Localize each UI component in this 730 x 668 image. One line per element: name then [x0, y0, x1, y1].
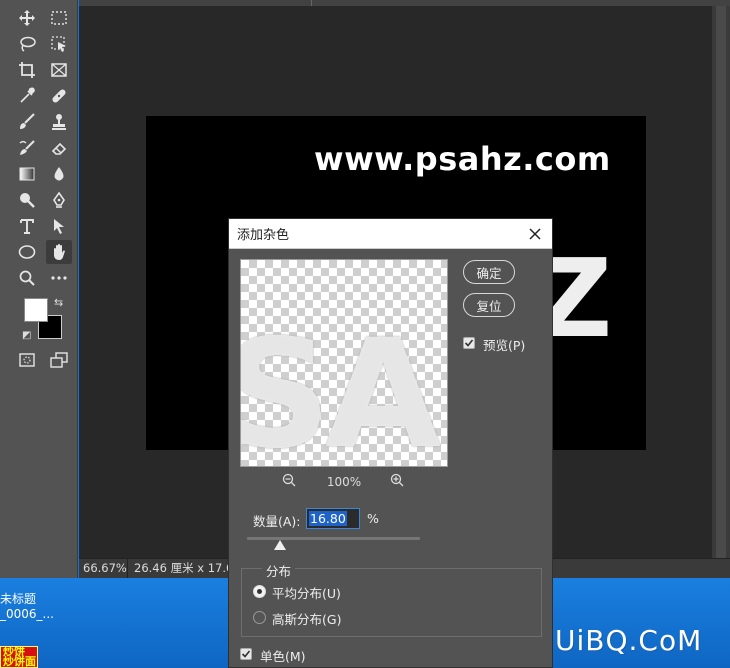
- filter-preview[interactable]: SAH: [240, 259, 448, 467]
- dialog-titlebar[interactable]: 添加杂色: [229, 219, 552, 249]
- more-tools-icon[interactable]: [46, 266, 72, 290]
- gradient-tool-icon[interactable]: [14, 162, 40, 186]
- path-selection-tool-icon[interactable]: [46, 214, 72, 238]
- gaussian-distribution-label[interactable]: 高斯分布(G): [272, 609, 341, 628]
- document-url-text: www.psahz.com: [314, 140, 611, 178]
- close-button[interactable]: [524, 223, 546, 245]
- zoom-tool-icon[interactable]: [14, 266, 40, 290]
- gaussian-distribution-radio[interactable]: [253, 611, 266, 624]
- desktop-red-icon[interactable]: 炒饼 炒饼面: [0, 646, 38, 668]
- amount-unit: %: [367, 511, 379, 526]
- amount-label: 数量(A):: [253, 514, 301, 529]
- preview-checkbox-label[interactable]: 预览(P): [483, 335, 525, 354]
- default-colors-icon[interactable]: ◩: [22, 330, 31, 341]
- dialog-title: 添加杂色: [237, 228, 290, 243]
- monochrome-label[interactable]: 单色(M): [260, 646, 306, 665]
- pen-tool-icon[interactable]: [46, 188, 72, 212]
- amount-slider[interactable]: [247, 537, 420, 540]
- hand-tool-icon[interactable]: [46, 240, 72, 264]
- checkmark-icon: [241, 650, 251, 658]
- watermark-text: UiBQ.CoM: [555, 624, 703, 657]
- type-tool-icon[interactable]: [14, 214, 40, 238]
- desktop-file-label-2[interactable]: _0006_...: [0, 607, 54, 621]
- quick-mask-icon[interactable]: [14, 348, 40, 372]
- healing-brush-tool-icon[interactable]: [46, 84, 72, 108]
- eyedropper-tool-icon[interactable]: [14, 84, 40, 108]
- blur-tool-icon[interactable]: [46, 162, 72, 186]
- close-icon: [529, 228, 541, 240]
- checkmark-icon: [464, 339, 474, 347]
- uniform-distribution-radio[interactable]: [253, 585, 266, 598]
- amount-slider-thumb[interactable]: [274, 540, 286, 550]
- object-select-tool-icon[interactable]: [46, 32, 72, 56]
- preview-zoom-level: 100%: [326, 475, 362, 489]
- add-noise-dialog: 添加杂色 SAH 100% 确定 复位 预览(P) 数量(A): 16.80 %…: [228, 218, 553, 668]
- preview-zoom-controls: 100%: [240, 473, 448, 491]
- frame-tool-icon[interactable]: [46, 58, 72, 82]
- distribution-title: 分布: [262, 561, 296, 580]
- tools-panel: ⇆ ◩: [0, 0, 78, 578]
- preview-text: SAH: [241, 308, 447, 467]
- preview-checkbox[interactable]: [463, 337, 475, 349]
- zoom-in-icon[interactable]: [390, 473, 404, 490]
- status-document-dimensions[interactable]: 26.46 厘米 x 17.64: [127, 559, 241, 578]
- swap-colors-icon[interactable]: ⇆: [54, 296, 63, 309]
- lasso-tool-icon[interactable]: [14, 32, 40, 56]
- reset-button[interactable]: 复位: [463, 293, 515, 317]
- uniform-distribution-label[interactable]: 平均分布(U): [272, 583, 341, 602]
- desktop-file-label-1[interactable]: 未标题: [0, 590, 36, 607]
- document-tab-bar: [79, 0, 730, 6]
- vertical-scrollbar[interactable]: [712, 6, 730, 558]
- foreground-color-swatch[interactable]: [24, 298, 48, 322]
- distribution-group: 分布 平均分布(U) 高斯分布(G): [241, 561, 542, 637]
- amount-input-value: 16.80: [309, 511, 347, 526]
- eraser-tool-icon[interactable]: [46, 136, 72, 160]
- ok-button[interactable]: 确定: [463, 260, 515, 284]
- status-zoom[interactable]: 66.67%: [83, 559, 127, 578]
- crop-tool-icon[interactable]: [14, 58, 40, 82]
- clone-stamp-tool-icon[interactable]: [46, 110, 72, 134]
- screen-mode-icon[interactable]: [46, 348, 72, 372]
- marquee-tool-icon[interactable]: [46, 6, 72, 30]
- move-tool-icon[interactable]: [14, 6, 40, 30]
- dodge-tool-icon[interactable]: [14, 188, 40, 212]
- amount-input[interactable]: 16.80: [306, 508, 360, 529]
- ellipse-tool-icon[interactable]: [14, 240, 40, 264]
- history-brush-tool-icon[interactable]: [14, 136, 40, 160]
- monochrome-checkbox[interactable]: [240, 648, 252, 660]
- brush-tool-icon[interactable]: [14, 110, 40, 134]
